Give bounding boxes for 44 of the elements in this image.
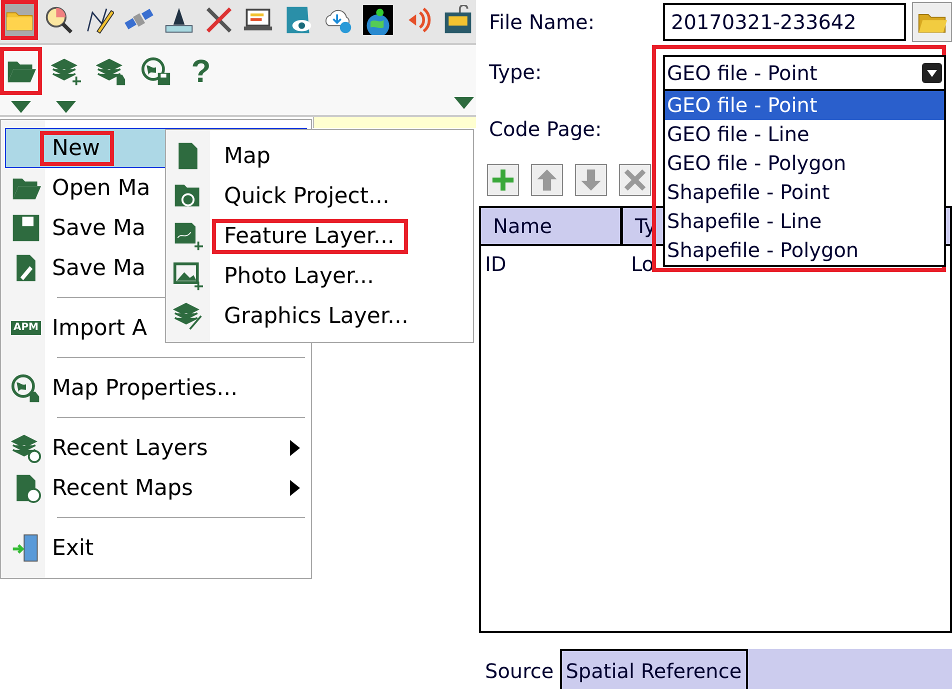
dropdown-option[interactable]: Shapefile - Line: [665, 207, 944, 236]
toolbar-button[interactable]: [0, 47, 42, 95]
dropdown-triangle-icon[interactable]: [56, 101, 76, 113]
globe-icon: [11, 373, 41, 403]
dropdown-option[interactable]: GEO file - Polygon: [665, 149, 944, 178]
table-cell-text: ID: [484, 252, 508, 276]
photo-icon: [173, 261, 203, 291]
dropdown-triangle-icon[interactable]: [11, 101, 31, 113]
menu-item[interactable]: Quick Project...: [166, 176, 473, 216]
table-cell: Lo: [631, 252, 654, 276]
column-header[interactable]: Name: [481, 208, 623, 244]
plus-icon: [490, 167, 516, 193]
lock-icon: [442, 5, 473, 35]
tools-icon: [204, 5, 234, 35]
magnifier-icon: [44, 5, 74, 35]
dropdown-option[interactable]: GEO file - Point: [665, 91, 944, 120]
globe-icon: [362, 5, 393, 35]
dropdown-triangle-icon[interactable]: [454, 97, 474, 109]
dropdown-option[interactable]: GEO file - Line: [665, 120, 944, 149]
dropdown-option[interactable]: Shapefile - Point: [665, 178, 944, 207]
menu-item[interactable]: Exit: [5, 528, 307, 568]
layers-clock-icon: [11, 433, 41, 463]
menu-item[interactable]: Recent Layers: [5, 428, 307, 468]
field-label: Code Page:: [488, 117, 603, 141]
globe-save-icon: [141, 56, 171, 86]
tab[interactable]: Spatial Reference: [560, 649, 748, 689]
layers-icon: [96, 56, 126, 86]
menu-item[interactable]: Photo Layer...: [166, 256, 473, 296]
layers-add-icon: [51, 56, 81, 86]
field-label: Type:: [488, 60, 543, 84]
toolbar-button[interactable]: ?: [180, 47, 222, 95]
browse-button[interactable]: [912, 2, 952, 42]
delete-icon: [622, 167, 648, 193]
menu-item[interactable]: Recent Maps: [5, 468, 307, 508]
apm-icon: APM: [11, 321, 41, 335]
menu-item[interactable]: Map Properties...: [5, 368, 307, 408]
layers-brush-icon: [173, 301, 203, 331]
feature-layer-icon: [173, 221, 203, 251]
menu-item[interactable]: Graphics Layer...: [166, 296, 473, 336]
dropdown-option[interactable]: Shapefile - Polygon: [665, 236, 944, 265]
type-dropdown[interactable]: GEO file - Point: [663, 55, 946, 91]
save-icon: [11, 213, 41, 243]
field-label: File Name:: [488, 10, 596, 34]
file-name-field[interactable]: 20170321-233642: [663, 3, 906, 41]
